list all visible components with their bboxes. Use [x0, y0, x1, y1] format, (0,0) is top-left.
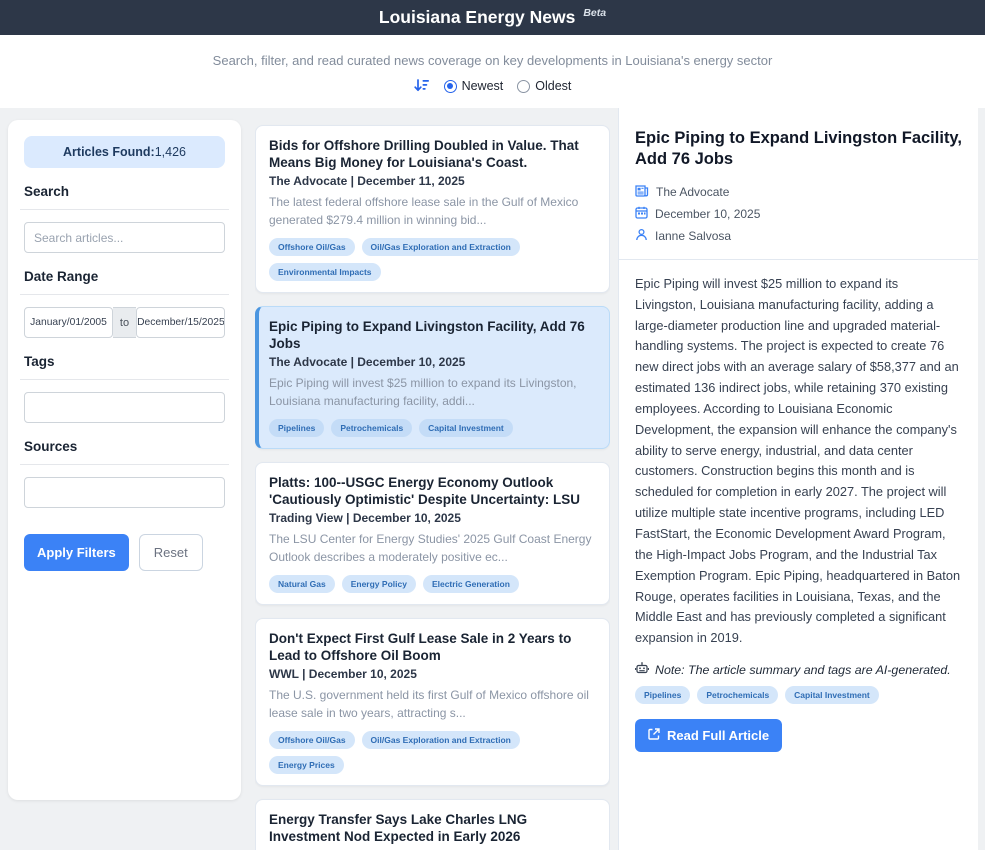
divider: [619, 259, 978, 260]
article-card[interactable]: Platts: 100--USGC Energy Economy Outlook…: [255, 462, 610, 605]
articles-found-badge: Articles Found:1,426: [24, 136, 225, 168]
search-input[interactable]: [24, 222, 225, 253]
external-link-icon: [648, 728, 660, 743]
article-title: Energy Transfer Says Lake Charles LNG In…: [269, 811, 596, 845]
tag-pill: Energy Prices: [269, 756, 344, 774]
person-icon: [635, 228, 648, 244]
articles-found-label: Articles Found:: [63, 145, 155, 159]
article-tags: Natural Gas Energy Policy Electric Generat…: [269, 575, 596, 593]
radio-selected-icon: [444, 80, 457, 93]
articles-found-value: 1,426: [155, 145, 186, 159]
date-range-row: to: [24, 307, 225, 338]
tag-pill: Offshore Oil/Gas: [269, 238, 355, 256]
ai-note: Note: The article summary and tags are A…: [635, 662, 962, 677]
tag-pill: Environmental Impacts: [269, 263, 381, 281]
detail-source-row: The Advocate: [635, 184, 962, 200]
app-header: Louisiana Energy News Beta: [0, 0, 985, 35]
detail-meta: The Advocate December 10, 2025 Ianne Sal…: [635, 184, 962, 244]
article-card[interactable]: Bids for Offshore Drilling Doubled in Va…: [255, 125, 610, 293]
article-card[interactable]: Don't Expect First Gulf Lease Sale in 2 …: [255, 618, 610, 786]
article-tags: Pipelines Petrochemicals Capital Investmen…: [269, 419, 596, 437]
article-list: Bids for Offshore Drilling Doubled in Va…: [255, 108, 610, 850]
article-detail-panel: Epic Piping to Expand Livingston Facilit…: [618, 108, 978, 850]
ai-note-text: Note: The article summary and tags are A…: [655, 663, 951, 677]
date-range-heading: Date Range: [24, 269, 225, 284]
divider: [20, 379, 229, 380]
newspaper-icon: [635, 184, 649, 200]
detail-title: Epic Piping to Expand Livingston Facilit…: [635, 128, 962, 171]
article-title: Epic Piping to Expand Livingston Facilit…: [269, 318, 596, 352]
article-card[interactable]: Energy Transfer Says Lake Charles LNG In…: [255, 799, 610, 850]
tag-pill: Oil/Gas Exploration and Extraction: [362, 238, 520, 256]
detail-body: Epic Piping will invest $25 million to e…: [635, 274, 962, 649]
sort-oldest-label: Oldest: [535, 79, 571, 93]
article-summary: Epic Piping will invest $25 million to e…: [269, 374, 596, 410]
article-source-date: The Advocate | December 10, 2025: [269, 355, 596, 369]
tag-pill: Energy Policy: [342, 575, 416, 593]
apply-filters-button[interactable]: Apply Filters: [24, 534, 129, 571]
detail-date: December 10, 2025: [655, 207, 760, 221]
date-from-input[interactable]: [24, 307, 113, 338]
sort-oldest-radio[interactable]: Oldest: [517, 79, 571, 93]
article-source-date: WWL | December 10, 2025: [269, 667, 596, 681]
sources-input[interactable]: [24, 477, 225, 508]
robot-icon: [635, 662, 649, 677]
main-content: Articles Found:1,426 Search Date Range t…: [0, 108, 985, 850]
article-tags: Offshore Oil/Gas Oil/Gas Exploration and …: [269, 238, 596, 281]
article-source-date: Trading View | December 10, 2025: [269, 511, 596, 525]
detail-author: Ianne Salvosa: [655, 229, 731, 243]
tags-heading: Tags: [24, 354, 225, 369]
reset-button[interactable]: Reset: [139, 534, 203, 571]
detail-author-row: Ianne Salvosa: [635, 228, 962, 244]
tags-input[interactable]: [24, 392, 225, 423]
tag-pill: Petrochemicals: [697, 686, 778, 704]
article-tags: Offshore Oil/Gas Oil/Gas Exploration and …: [269, 731, 596, 774]
read-full-article-label: Read Full Article: [667, 728, 769, 743]
tag-pill: Oil/Gas Exploration and Extraction: [362, 731, 520, 749]
divider: [20, 294, 229, 295]
filter-buttons: Apply Filters Reset: [24, 534, 225, 571]
detail-date-row: December 10, 2025: [635, 206, 962, 222]
date-to-input[interactable]: [136, 307, 225, 338]
detail-source: The Advocate: [656, 185, 729, 199]
tag-pill: Capital Investment: [785, 686, 879, 704]
app-subtitle: Search, filter, and read curated news co…: [0, 53, 985, 68]
date-to-label: to: [113, 307, 136, 338]
calendar-icon: [635, 206, 648, 222]
tag-pill: Petrochemicals: [331, 419, 412, 437]
article-summary: The LSU Center for Energy Studies' 2025 …: [269, 530, 596, 566]
tag-pill: Natural Gas: [269, 575, 335, 593]
app-window: Louisiana Energy News Beta Search, filte…: [0, 0, 985, 850]
sort-descending-icon: [414, 79, 430, 93]
app-title: Louisiana Energy News: [379, 7, 575, 28]
article-title: Platts: 100--USGC Energy Economy Outlook…: [269, 474, 596, 508]
article-title: Bids for Offshore Drilling Doubled in Va…: [269, 137, 596, 171]
sort-newest-radio[interactable]: Newest: [444, 79, 504, 93]
tag-pill: Pipelines: [635, 686, 690, 704]
tag-pill: Pipelines: [269, 419, 324, 437]
article-card[interactable]: Epic Piping to Expand Livingston Facilit…: [255, 306, 610, 449]
beta-badge: Beta: [583, 7, 606, 19]
radio-unselected-icon: [517, 80, 530, 93]
divider: [20, 209, 229, 210]
tag-pill: Capital Investment: [419, 419, 513, 437]
article-summary: The U.S. government held its first Gulf …: [269, 686, 596, 722]
sources-heading: Sources: [24, 439, 225, 454]
sort-newest-label: Newest: [462, 79, 504, 93]
tag-pill: Offshore Oil/Gas: [269, 731, 355, 749]
search-heading: Search: [24, 184, 225, 199]
sort-controls: Newest Oldest: [0, 79, 985, 93]
article-title: Don't Expect First Gulf Lease Sale in 2 …: [269, 630, 596, 664]
article-source-date: The Advocate | December 11, 2025: [269, 174, 596, 188]
read-full-article-button[interactable]: Read Full Article: [635, 719, 782, 752]
filter-sidebar: Articles Found:1,426 Search Date Range t…: [8, 120, 241, 800]
tag-pill: Electric Generation: [423, 575, 519, 593]
subheader: Search, filter, and read curated news co…: [0, 35, 985, 108]
divider: [20, 464, 229, 465]
detail-tags: Pipelines Petrochemicals Capital Investmen…: [635, 686, 962, 704]
article-summary: The latest federal offshore lease sale i…: [269, 193, 596, 229]
